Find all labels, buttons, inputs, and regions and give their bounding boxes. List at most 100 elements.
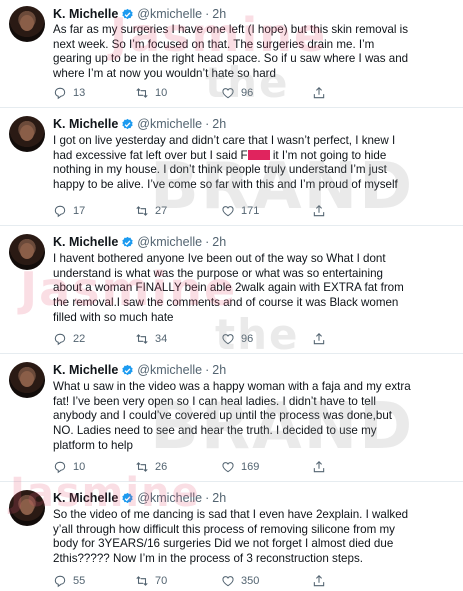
- reply-button[interactable]: 22: [53, 332, 85, 346]
- tweet-line: anybody and I could’ve covered up until …: [53, 409, 393, 423]
- tweet-line: As far as my surgeries I have one left (…: [53, 23, 409, 36]
- like-count: 169: [241, 461, 260, 473]
- retweet-button[interactable]: 70: [135, 574, 167, 588]
- tweet-1[interactable]: K. Michelle @kmichelle · 2h As far as my…: [0, 0, 463, 108]
- tweet-time[interactable]: 2h: [212, 116, 226, 132]
- avatar[interactable]: [9, 116, 45, 152]
- share-button[interactable]: [312, 204, 332, 218]
- tweet-line-after-redaction: it I’m not going to hide: [269, 148, 387, 162]
- like-button[interactable]: 169: [221, 460, 259, 474]
- redaction-bar: [247, 149, 270, 160]
- tweet-line: What u saw in the video was a happy woma…: [53, 380, 411, 393]
- heart-icon: [222, 88, 234, 99]
- reply-count: 55: [73, 575, 86, 587]
- tweet-5[interactable]: K. Michelle @kmichelle · 2h So the video…: [0, 482, 463, 591]
- reply-icon: [54, 575, 66, 588]
- tweet-line: filled with so much hate: [53, 310, 174, 324]
- author-name[interactable]: K. Michelle: [53, 362, 118, 378]
- author-handle[interactable]: @kmichelle: [137, 362, 202, 378]
- share-button[interactable]: [312, 574, 332, 588]
- author-handle[interactable]: @kmichelle: [137, 234, 202, 250]
- author-handle[interactable]: @kmichelle: [137, 6, 202, 22]
- author-name[interactable]: K. Michelle: [53, 234, 118, 250]
- share-button[interactable]: [312, 86, 332, 100]
- retweet-icon: [136, 88, 148, 98]
- like-button[interactable]: 96: [221, 86, 253, 100]
- heart-icon: [222, 462, 234, 473]
- verified-badge-icon: [122, 236, 133, 247]
- like-count: 350: [241, 575, 260, 587]
- tweet-line: the removal.I saw the comments and of co…: [53, 296, 399, 310]
- reply-count: 13: [73, 87, 86, 99]
- tweet-line: gearing up to be in the right head space…: [53, 52, 409, 66]
- tweet-line: I got on live yesterday and didn’t care …: [53, 134, 396, 147]
- tweet-text: So the video of me dancing is sad that I…: [53, 508, 457, 567]
- retweet-button[interactable]: 26: [135, 460, 167, 474]
- retweet-count: 70: [155, 575, 168, 587]
- heart-icon: [222, 206, 234, 217]
- separator-dot: ·: [205, 117, 210, 131]
- tweet-time[interactable]: 2h: [212, 234, 226, 250]
- tweet-line: understand is what was the purpose or wh…: [53, 266, 383, 280]
- tweet-header: K. Michelle @kmichelle · 2h: [53, 6, 226, 22]
- tweet-line: 2this????? Now I’m in the process of 3 r…: [53, 552, 363, 566]
- author-name[interactable]: K. Michelle: [53, 6, 118, 22]
- tweet-header: K. Michelle @kmichelle · 2h: [53, 490, 226, 506]
- tweet-line: NO. Ladies need to see and hear the trut…: [53, 424, 377, 438]
- tweet-2[interactable]: K. Michelle @kmichelle · 2h I got on liv…: [0, 108, 463, 226]
- tweet-text: I got on live yesterday and didn’t care …: [53, 134, 457, 193]
- tweet-line: platform to help: [53, 438, 133, 452]
- tweet-actions: 22 34 96: [53, 332, 453, 348]
- share-icon: [313, 205, 325, 217]
- reply-button[interactable]: 10: [53, 460, 85, 474]
- tweet-line: happy to be alive. I’ve come so far with…: [53, 178, 398, 192]
- like-button[interactable]: 96: [221, 332, 253, 346]
- retweet-button[interactable]: 34: [135, 332, 167, 346]
- tweet-text: What u saw in the video was a happy woma…: [53, 380, 457, 454]
- separator-dot: ·: [205, 363, 210, 377]
- tweet-line: about a woman FINALLY bein able 2walk ag…: [53, 281, 404, 295]
- tweet-header: K. Michelle @kmichelle · 2h: [53, 362, 226, 378]
- tweet-line-before-redaction: had excessive fat left over but I said F: [53, 148, 248, 162]
- author-name[interactable]: K. Michelle: [53, 490, 118, 506]
- reply-icon: [54, 461, 66, 474]
- tweet-3[interactable]: K. Michelle @kmichelle · 2h I havent bot…: [0, 226, 463, 354]
- tweet-line: nothing in my house. I don’t think peopl…: [53, 163, 387, 177]
- tweet-time[interactable]: 2h: [212, 490, 226, 506]
- share-button[interactable]: [312, 332, 332, 346]
- tweet-4[interactable]: K. Michelle @kmichelle · 2h What u saw i…: [0, 354, 463, 482]
- heart-icon: [222, 334, 234, 345]
- avatar[interactable]: [9, 234, 45, 270]
- like-button[interactable]: 350: [221, 574, 259, 588]
- author-handle[interactable]: @kmichelle: [137, 116, 202, 132]
- tweet-header: K. Michelle @kmichelle · 2h: [53, 234, 226, 250]
- like-count: 96: [241, 333, 254, 345]
- share-icon: [313, 87, 325, 99]
- retweet-button[interactable]: 27: [135, 204, 167, 218]
- avatar[interactable]: [9, 490, 45, 526]
- share-icon: [313, 333, 325, 345]
- retweet-icon: [136, 206, 148, 216]
- separator-dot: ·: [205, 235, 210, 249]
- reply-button[interactable]: 13: [53, 86, 85, 100]
- verified-badge-icon: [122, 364, 133, 375]
- tweet-time[interactable]: 2h: [212, 362, 226, 378]
- like-button[interactable]: 171: [221, 204, 259, 218]
- avatar[interactable]: [9, 362, 45, 398]
- like-count: 96: [241, 87, 254, 99]
- reply-button[interactable]: 17: [53, 204, 85, 218]
- reply-icon: [54, 333, 66, 346]
- tweet-actions: 17 27 171: [53, 204, 453, 220]
- tweet-text: I havent bothered anyone Ive been out of…: [53, 252, 457, 326]
- avatar[interactable]: [9, 6, 45, 42]
- reply-icon: [54, 87, 66, 100]
- reply-button[interactable]: 55: [53, 574, 85, 588]
- tweet-time[interactable]: 2h: [212, 6, 226, 22]
- author-handle[interactable]: @kmichelle: [137, 490, 202, 506]
- share-button[interactable]: [312, 460, 332, 474]
- author-name[interactable]: K. Michelle: [53, 116, 118, 132]
- share-icon: [313, 575, 325, 587]
- retweet-button[interactable]: 10: [135, 86, 167, 100]
- tweet-actions: 10 26 169: [53, 460, 453, 476]
- tweet-actions: 13 10 96: [53, 86, 453, 102]
